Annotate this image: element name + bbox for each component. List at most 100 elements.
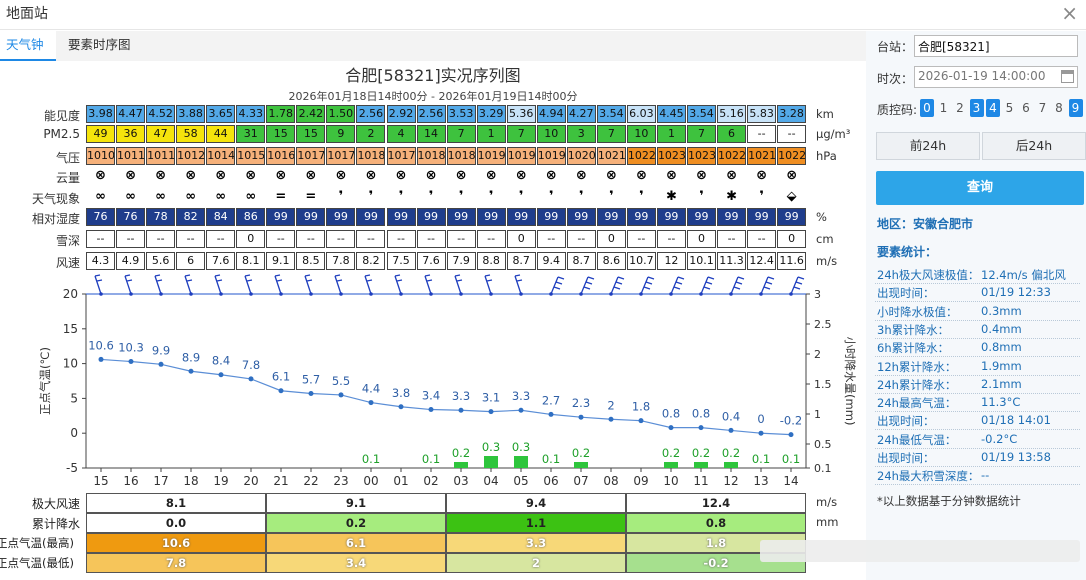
y-tick-label-right: 1 (814, 408, 821, 421)
row-label: 云量 (55, 171, 80, 185)
sidebar: 台站： 合肥[58321] 时次： 2026-01-19 14:00:00 质控… (866, 31, 1086, 580)
table-cell: 58 (176, 125, 206, 143)
table-cell: 5.6 (146, 252, 176, 270)
wind-barb-base (639, 292, 643, 296)
wind-barb-icon (484, 274, 493, 296)
table-cell: 12 (656, 252, 686, 270)
wind-barb-icon (729, 276, 745, 296)
wind-barb-base (519, 292, 523, 296)
qc-code-5[interactable]: 5 (1003, 99, 1017, 117)
precip-label: 0.3 (482, 440, 500, 454)
qc-code-4[interactable]: 4 (986, 99, 1000, 117)
stat-divider (875, 466, 1080, 467)
wind-barb-icon (514, 274, 523, 296)
temperature-point (788, 432, 794, 438)
temperature-label: 0.8 (692, 407, 710, 421)
precip-bar (484, 456, 498, 468)
table-cell: 4 (386, 125, 416, 143)
wind-barb-stroke (184, 274, 193, 295)
stat-key: 6h累计降水： (877, 341, 950, 356)
table-cell: 47 (146, 125, 176, 143)
row-unit: μg/m³ (816, 127, 851, 141)
wind-barb-stroke (94, 274, 103, 295)
table-cell: ⊗ (215, 168, 227, 183)
table-cell: ❜ (428, 189, 434, 204)
wind-barb-icon (789, 276, 805, 296)
wind-barb-icon (274, 274, 283, 296)
time-input[interactable]: 2026-01-19 14:00:00 (914, 66, 1078, 88)
table-cell: -- (747, 125, 777, 143)
summary-row-unit: m/s (816, 495, 838, 509)
wind-barb-stroke (760, 276, 775, 295)
station-input[interactable]: 合肥[58321] (914, 35, 1078, 57)
table-cell: ❜ (699, 189, 704, 204)
precip-label: 0.1 (542, 452, 560, 466)
temperature-point (398, 404, 404, 410)
table-cell: -- (296, 230, 326, 248)
table-cell: 99 (626, 208, 656, 226)
wind-barb-base (189, 292, 193, 296)
table-cell: 99 (596, 208, 626, 226)
wind-barb-icon (549, 276, 565, 296)
y-tick-label-left: 20 (63, 287, 78, 301)
x-tick-label: 23 (333, 474, 348, 488)
wind-barb-stroke (454, 274, 463, 295)
table-cell: ❜ (398, 189, 404, 204)
wind-barb-icon (94, 274, 103, 296)
table-cell: 11.3 (717, 252, 747, 270)
qc-code-8[interactable]: 8 (1052, 99, 1066, 117)
wind-barb-stroke (640, 276, 655, 295)
table-cell: 1012 (176, 147, 206, 165)
query-button[interactable]: 查询 (876, 171, 1084, 205)
temperature-point (158, 361, 164, 367)
prev-24h-button[interactable]: 前24h (876, 132, 980, 160)
table-cell: ⊗ (515, 168, 527, 183)
wind-barb-base (399, 292, 403, 296)
qc-code-3[interactable]: 3 (969, 99, 984, 117)
temperature-point (218, 372, 224, 378)
summary-row-unit: mm (816, 515, 839, 529)
qc-code-2[interactable]: 2 (953, 99, 967, 117)
table-cell: ⊗ (605, 168, 617, 183)
time-value: 2026-01-19 14:00:00 (918, 69, 1046, 83)
table-cell: ✱ (726, 189, 737, 204)
table-cell: 1 (656, 125, 686, 143)
table-cell: 99 (506, 208, 536, 226)
table-cell: 7 (687, 125, 716, 143)
qc-code-6[interactable]: 6 (1019, 99, 1033, 117)
summary-cell: 1.1 (446, 513, 626, 533)
qc-code-1[interactable]: 1 (937, 99, 951, 117)
stat-value: 11.3°C (981, 395, 1021, 410)
row-unit: hPa (816, 149, 837, 163)
precip-bar (454, 462, 468, 468)
qc-code-9[interactable]: 9 (1068, 99, 1083, 117)
stat-divider (875, 411, 1080, 413)
table-cell: 99 (476, 208, 506, 226)
wind-barb-base (609, 292, 613, 296)
calendar-icon[interactable] (1061, 70, 1074, 83)
row-unit: % (816, 210, 827, 224)
y-tick-label-right: 0.5 (814, 438, 832, 451)
wind-barb-stroke (790, 276, 805, 295)
row-label: 天气现象 (31, 192, 80, 206)
table-cell: 36 (116, 125, 146, 143)
qc-code-7[interactable]: 7 (1036, 99, 1050, 117)
temperature-point (428, 407, 434, 413)
temperature-point (278, 388, 284, 394)
table-cell: 5.16 (717, 105, 747, 123)
stat-divider (875, 484, 1080, 486)
table-cell: -- (777, 125, 807, 143)
next-24h-button[interactable]: 后24h (982, 132, 1086, 160)
qc-code-0[interactable]: 0 (920, 99, 934, 117)
table-cell: 1023 (687, 147, 716, 165)
wind-barb-icon (184, 274, 193, 296)
summary-row-label: 累计降水 (31, 517, 80, 531)
summary-cell: 2 (446, 553, 626, 573)
stats-title: 要素统计： (877, 245, 938, 259)
table-cell: ⊗ (245, 168, 257, 183)
time-series-chart: 20151050-532.521.510.50.1正点气温(℃) 小时降水量(mm… (38, 274, 857, 488)
y-tick-label-right: 2.5 (814, 318, 832, 331)
table-cell: ❜ (609, 189, 614, 204)
table-cell: ⊗ (125, 168, 136, 183)
close-icon[interactable]: × (1061, 2, 1078, 24)
